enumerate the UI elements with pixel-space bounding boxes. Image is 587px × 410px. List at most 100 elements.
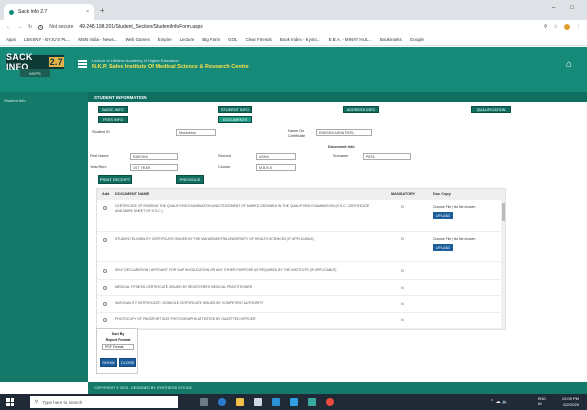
- home-icon[interactable]: ⌂: [566, 60, 572, 70]
- document-name: STUDENT ELIGIBILITY CERTIFICATE ISSUED B…: [115, 237, 315, 241]
- minimize-icon[interactable]: –: [552, 5, 555, 11]
- scrollbar-thumb[interactable]: [502, 203, 505, 221]
- forward-icon[interactable]: →: [17, 24, 22, 30]
- tab-documents[interactable]: DOCUMENTS: [218, 116, 252, 123]
- bookmark-item[interactable]: Book Index - Kyoto...: [280, 37, 321, 42]
- print-receipt-button[interactable]: PRINT RECEIPT: [98, 175, 132, 184]
- table-row: STUDENT ELIGIBILITY CERTIFICATE ISSUED B…: [97, 232, 501, 262]
- bookmark-item[interactable]: Empire: [158, 37, 172, 42]
- bookmark-item[interactable]: Google: [410, 37, 424, 42]
- course-field[interactable]: M.B.B.S: [256, 164, 296, 171]
- document-info-label: Document Info: [328, 145, 355, 149]
- bookmark-item[interactable]: Clear Friends: [245, 37, 271, 42]
- col-document-name: DOCUMENT NAME: [115, 192, 150, 196]
- bookmark-item[interactable]: Lecture: [180, 37, 195, 42]
- taskbar-search-input[interactable]: ⚲ Type here to search: [30, 396, 178, 408]
- menu-dots-icon[interactable]: ⋮: [576, 24, 581, 30]
- student-id-field[interactable]: Mustubhai: [176, 129, 216, 136]
- maximize-icon[interactable]: □: [570, 5, 574, 11]
- task-view-icon[interactable]: [200, 398, 208, 406]
- security-label: Not secure: [49, 24, 74, 30]
- tab-student-info[interactable]: STUDENT INFO: [218, 106, 252, 113]
- bookmark-item[interactable]: E.B.A. - MINAT HUL...: [329, 37, 372, 42]
- row-radio[interactable]: [103, 302, 107, 306]
- tab-basic-info[interactable]: BASIC INFO: [98, 106, 128, 113]
- mandatory-value: N: [401, 205, 404, 209]
- close-tab-icon[interactable]: ×: [86, 9, 89, 15]
- file-chooser[interactable]: Choose File | No file chosen: [433, 205, 475, 209]
- mail-icon[interactable]: [272, 398, 280, 406]
- row-radio[interactable]: [103, 206, 107, 210]
- file-explorer-icon[interactable]: [236, 398, 244, 406]
- document-name: MEDICAL FITNESS CERTIFICATE ISSUED BY RE…: [115, 285, 253, 289]
- bookmark-apps[interactable]: Apps: [6, 37, 16, 42]
- file-chooser[interactable]: Choose File | No file chosen: [433, 237, 475, 241]
- app-icon[interactable]: [308, 398, 316, 406]
- section-title: STUDENT INFORMATION: [88, 92, 587, 102]
- windows-start-icon[interactable]: [6, 398, 14, 406]
- year-field[interactable]: 1ST YEAR: [130, 164, 178, 171]
- bookmark-item[interactable]: Bookmarks: [380, 37, 402, 42]
- chrome-icon[interactable]: [326, 398, 334, 406]
- search-icon[interactable]: ⚲: [544, 24, 548, 30]
- url-text[interactable]: 49.248.198.201/Student_Section/StudentIn…: [79, 24, 202, 30]
- report-format-select[interactable]: PDF Format: [102, 344, 134, 350]
- tab-title: Sack Info 2.7: [18, 9, 48, 15]
- row-radio[interactable]: [103, 269, 107, 273]
- second-name-field[interactable]: ASHA: [256, 153, 296, 160]
- star-icon[interactable]: ☆: [554, 24, 558, 30]
- app-icon[interactable]: [290, 398, 298, 406]
- row-radio[interactable]: [103, 318, 107, 322]
- favicon-icon: [9, 9, 14, 15]
- document-name: NATIONALITY CERTIFICATE / DOMICILE CERTI…: [115, 301, 264, 305]
- back-icon[interactable]: ←: [6, 24, 11, 30]
- new-tab-button[interactable]: +: [100, 6, 105, 15]
- main-content: STUDENT INFORMATION BASIC INFO STUDENT I…: [88, 92, 587, 382]
- system-tray-icon[interactable]: ⌃ ☁ 🔈: [490, 399, 508, 405]
- logo-sub: MVPS: [20, 69, 50, 77]
- clock[interactable]: 12:09 PM 6/2/2020: [562, 396, 579, 407]
- store-icon[interactable]: [254, 398, 262, 406]
- tab-fees-info[interactable]: FEES INFO: [98, 116, 128, 123]
- document-name: SELF DECLARATION / AFFIDAVIT FOR GAP IN …: [115, 268, 337, 272]
- first-name-field[interactable]: RAKSHA: [130, 153, 178, 160]
- document-name: PHOTOCOPY OF PASSPORT SIZE PHOTOGRAPHS A…: [115, 317, 256, 321]
- tab-address-info[interactable]: ADDRESS INFO: [343, 106, 379, 113]
- app-logo[interactable]: SACK INFO 2.7 MVPS: [6, 52, 64, 85]
- language-indicator[interactable]: ENG IN: [538, 397, 546, 407]
- report-panel: Sort By Report Format PDF Format SHOW CL…: [96, 328, 138, 374]
- profile-icon[interactable]: [564, 24, 570, 30]
- first-name-label: First Name: [90, 154, 109, 158]
- name-on-certificate-field[interactable]: RAKSHA ASHA PATIL: [316, 129, 372, 136]
- mandatory-value: N: [401, 237, 404, 241]
- bookmark-item[interactable]: MSN India - News...: [78, 37, 117, 42]
- tab-qualification[interactable]: QUALIFICATION: [471, 106, 511, 113]
- mandatory-value: N: [401, 318, 404, 322]
- browser-tab[interactable]: Sack Info 2.7 ×: [4, 4, 94, 20]
- upload-button[interactable]: UPLOAD: [433, 244, 453, 251]
- close-button[interactable]: CLOSE: [119, 358, 136, 367]
- app-header: SACK INFO 2.7 MVPS Lecture to Lifetime A…: [0, 47, 587, 92]
- hamburger-menu-icon[interactable]: [78, 60, 87, 68]
- sidebar-item-student-info[interactable]: Student Info: [4, 98, 26, 103]
- reload-icon[interactable]: ↻: [28, 24, 32, 30]
- bookmark-item[interactable]: LEKSNY - BYJU'S PL...: [24, 37, 70, 42]
- report-format-label: Report Format: [105, 338, 131, 342]
- edge-icon[interactable]: [218, 398, 226, 406]
- mandatory-value: N: [401, 302, 404, 306]
- show-button[interactable]: SHOW: [100, 358, 117, 367]
- org-name: N.K.P. Salve Institute Of Medical Scienc…: [92, 64, 249, 70]
- bookmark-item[interactable]: GOL: [228, 37, 237, 42]
- bookmarks-bar: Apps LEKSNY - BYJU'S PL... MSN India - N…: [0, 34, 587, 46]
- previous-button[interactable]: PREVIOUS: [176, 175, 204, 184]
- app-footer: COPYRIGHT © 2019 - DESIGNED BY SYNTHESIS…: [88, 382, 587, 394]
- surname-field[interactable]: PATIL: [363, 153, 411, 160]
- bookmark-item[interactable]: Web Games: [125, 37, 149, 42]
- table-row: PHOTOCOPY OF PASSPORT SIZE PHOTOGRAPHS A…: [97, 313, 501, 329]
- row-radio[interactable]: [103, 286, 107, 290]
- bookmark-item[interactable]: Big Farm: [202, 37, 220, 42]
- row-radio[interactable]: [103, 238, 107, 242]
- col-doc-copy: Doc Copy: [433, 192, 451, 196]
- address-bar: ← → ↻ i Not secure 49.248.198.201/Studen…: [0, 20, 587, 34]
- upload-button[interactable]: UPLOAD: [433, 212, 453, 219]
